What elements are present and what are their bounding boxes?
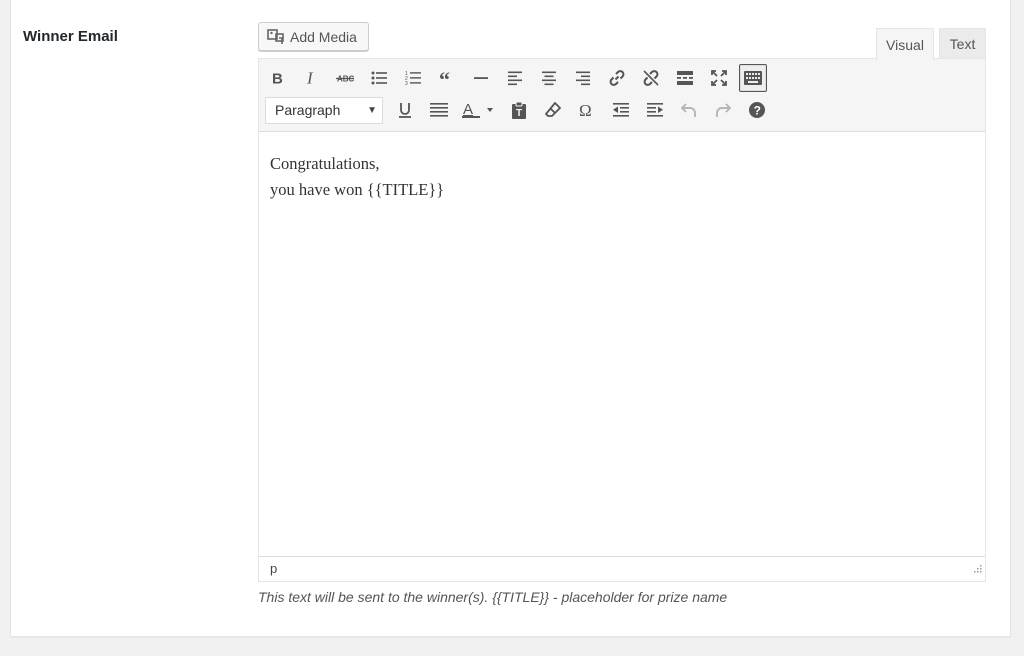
blockquote-button[interactable]: “ bbox=[433, 64, 461, 92]
horizontal-line-icon bbox=[473, 70, 489, 86]
editor-statusbar: p bbox=[259, 556, 985, 581]
bulleted-list-icon bbox=[371, 70, 387, 86]
italic-icon: I bbox=[303, 70, 319, 86]
align-left-icon bbox=[507, 70, 523, 86]
svg-text:A: A bbox=[463, 101, 473, 118]
svg-text:I: I bbox=[306, 70, 314, 86]
svg-text:Ω: Ω bbox=[579, 102, 592, 118]
toolbar-toggle-button[interactable] bbox=[739, 64, 767, 92]
help-text: This text will be sent to the winner(s).… bbox=[258, 589, 728, 605]
media-icon bbox=[267, 28, 285, 45]
winner-email-label: Winner Email bbox=[23, 28, 118, 45]
toolbar-toggle-icon bbox=[744, 71, 762, 85]
blockquote-icon: “ bbox=[439, 70, 455, 86]
justify-icon bbox=[430, 102, 448, 118]
redo-icon bbox=[715, 102, 731, 118]
special-character-button[interactable]: Ω bbox=[573, 96, 601, 124]
numbered-list-icon: 123 bbox=[405, 70, 421, 86]
increase-indent-icon bbox=[647, 102, 663, 118]
italic-button[interactable]: I bbox=[297, 64, 325, 92]
resize-handle-icon[interactable] bbox=[972, 563, 982, 578]
chevron-down-icon: ▼ bbox=[367, 104, 377, 116]
fullscreen-icon bbox=[711, 70, 727, 86]
clear-formatting-button[interactable] bbox=[539, 96, 567, 124]
rich-text-editor: B I ABC 123 “ Paragraph ▼ A T bbox=[258, 58, 986, 582]
remove-link-button[interactable] bbox=[637, 64, 665, 92]
underline-button[interactable] bbox=[391, 96, 419, 124]
strikethrough-icon: ABC bbox=[336, 70, 354, 86]
svg-text:“: “ bbox=[439, 70, 450, 86]
element-path[interactable]: p bbox=[270, 561, 277, 576]
align-center-icon bbox=[541, 70, 557, 86]
clear-formatting-icon bbox=[545, 102, 561, 118]
paste-as-text-button[interactable]: T bbox=[505, 96, 533, 124]
read-more-icon bbox=[677, 70, 693, 86]
align-left-button[interactable] bbox=[501, 64, 529, 92]
editor-content[interactable]: Congratulations, you have won {{TITLE}} bbox=[259, 131, 985, 557]
toolbar-row-2: Paragraph ▼ A T Ω ? bbox=[263, 96, 985, 124]
horizontal-line-button[interactable] bbox=[467, 64, 495, 92]
help-icon: ? bbox=[749, 102, 765, 118]
decrease-indent-icon bbox=[613, 102, 629, 118]
remove-link-icon bbox=[642, 69, 660, 87]
insert-link-button[interactable] bbox=[603, 64, 631, 92]
bulleted-list-button[interactable] bbox=[365, 64, 393, 92]
undo-button[interactable] bbox=[675, 96, 703, 124]
undo-icon bbox=[681, 102, 697, 118]
read-more-button[interactable] bbox=[671, 64, 699, 92]
align-right-button[interactable] bbox=[569, 64, 597, 92]
editor-toolbar: B I ABC 123 “ Paragraph ▼ A T bbox=[259, 59, 985, 132]
tab-text[interactable]: Text bbox=[939, 28, 986, 59]
tab-visual[interactable]: Visual bbox=[876, 28, 934, 60]
help-button[interactable]: ? bbox=[743, 96, 771, 124]
svg-text:T: T bbox=[516, 108, 522, 119]
justify-button[interactable] bbox=[425, 96, 453, 124]
increase-indent-button[interactable] bbox=[641, 96, 669, 124]
redo-button[interactable] bbox=[709, 96, 737, 124]
strikethrough-button[interactable]: ABC bbox=[331, 64, 359, 92]
svg-text:?: ? bbox=[754, 104, 761, 118]
svg-text:B: B bbox=[272, 71, 283, 87]
add-media-button[interactable]: Add Media bbox=[258, 22, 369, 51]
bold-button[interactable]: B bbox=[263, 64, 291, 92]
content-line: you have won {{TITLE}} bbox=[270, 180, 445, 199]
fullscreen-button[interactable] bbox=[705, 64, 733, 92]
align-right-icon bbox=[575, 70, 591, 86]
insert-link-icon bbox=[608, 69, 626, 87]
bold-icon: B bbox=[269, 70, 285, 87]
paste-as-text-icon: T bbox=[511, 101, 527, 119]
align-center-button[interactable] bbox=[535, 64, 563, 92]
decrease-indent-button[interactable] bbox=[607, 96, 635, 124]
text-color-button[interactable]: A bbox=[459, 96, 499, 124]
text-color-icon: A bbox=[461, 101, 497, 119]
paragraph-format-select[interactable]: Paragraph ▼ bbox=[265, 96, 383, 124]
toolbar-row-1: B I ABC 123 “ bbox=[263, 64, 985, 92]
underline-icon bbox=[397, 102, 413, 118]
numbered-list-button[interactable]: 123 bbox=[399, 64, 427, 92]
add-media-label: Add Media bbox=[290, 28, 357, 45]
special-character-icon: Ω bbox=[579, 102, 595, 118]
content-line: Congratulations, bbox=[270, 154, 380, 173]
svg-text:3: 3 bbox=[405, 81, 408, 86]
format-select-value: Paragraph bbox=[275, 102, 341, 118]
